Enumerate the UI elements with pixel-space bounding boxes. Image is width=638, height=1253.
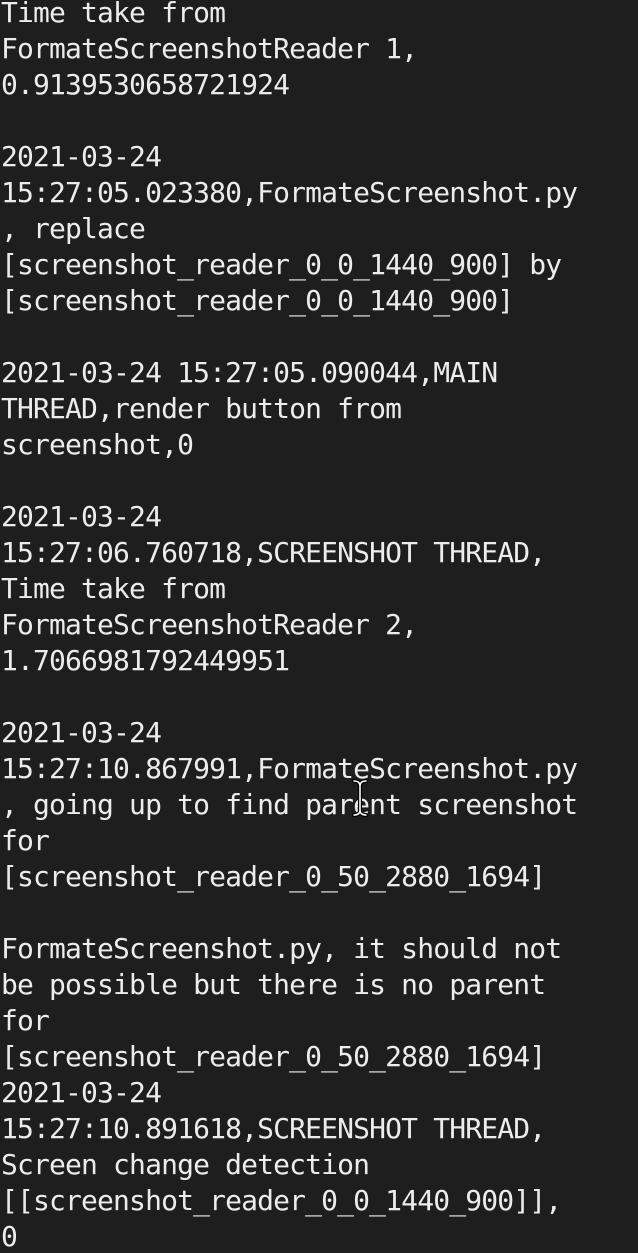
terminal-line: for [1, 824, 50, 857]
terminal-line: 2021-03-24 [1, 140, 162, 173]
terminal-line: THREAD,render button from [1, 392, 402, 425]
terminal-line: [screenshot_reader_0_50_2880_1694] [1, 860, 546, 893]
terminal-line: [[screenshot_reader_0_0_1440_900]], [1, 1184, 562, 1217]
terminal-line: 0.9139530658721924 [1, 68, 290, 101]
terminal-line: [screenshot_reader_0_0_1440_900] [1, 284, 514, 317]
terminal-line: 2021-03-24 [1, 500, 162, 533]
terminal-line: 15:27:05.023380,FormateScreenshot.py [1, 176, 578, 209]
terminal-line: Screen change detection [1, 1148, 370, 1181]
terminal-line: 2021-03-24 15:27:05.090044,MAIN [1, 356, 498, 389]
terminal-line: 2021-03-24 [1, 1076, 162, 1109]
terminal-line: 2021-03-24 [1, 716, 162, 749]
terminal-line: 1.7066981792449951 [1, 644, 290, 677]
terminal-output[interactable]: Time take from FormateScreenshotReader 1,… [0, 0, 638, 1253]
terminal-line: 15:27:06.760718,SCREENSHOT THREAD, [1, 536, 546, 569]
terminal-line: screenshot,0 [1, 428, 194, 461]
terminal-line: [screenshot_reader_0_50_2880_1694] [1, 1040, 546, 1073]
terminal-line: , going up to find parent screenshot [1, 788, 578, 821]
terminal-line: , replace [1, 212, 146, 245]
terminal-line: Time take from [1, 572, 226, 605]
terminal-line: 15:27:10.891618,SCREENSHOT THREAD, [1, 1112, 546, 1145]
terminal-line: FormateScreenshotReader 1, [1, 32, 418, 65]
terminal-line: FormateScreenshotReader 2, [1, 608, 418, 641]
terminal-line: 15:27:10.867991,FormateScreenshot.py [1, 752, 578, 785]
terminal-line: [screenshot_reader_0_0_1440_900] by [1, 248, 562, 281]
ibeam-cursor-icon [352, 779, 368, 817]
terminal-window[interactable]: Time take from FormateScreenshotReader 1,… [0, 0, 638, 1253]
terminal-line: Time take from [1, 0, 226, 29]
terminal-line: be possible but there is no parent [1, 968, 546, 1001]
terminal-line: FormateScreenshot.py, it should not [1, 932, 562, 965]
terminal-line: 0 [1, 1220, 18, 1253]
terminal-line: for [1, 1004, 50, 1037]
